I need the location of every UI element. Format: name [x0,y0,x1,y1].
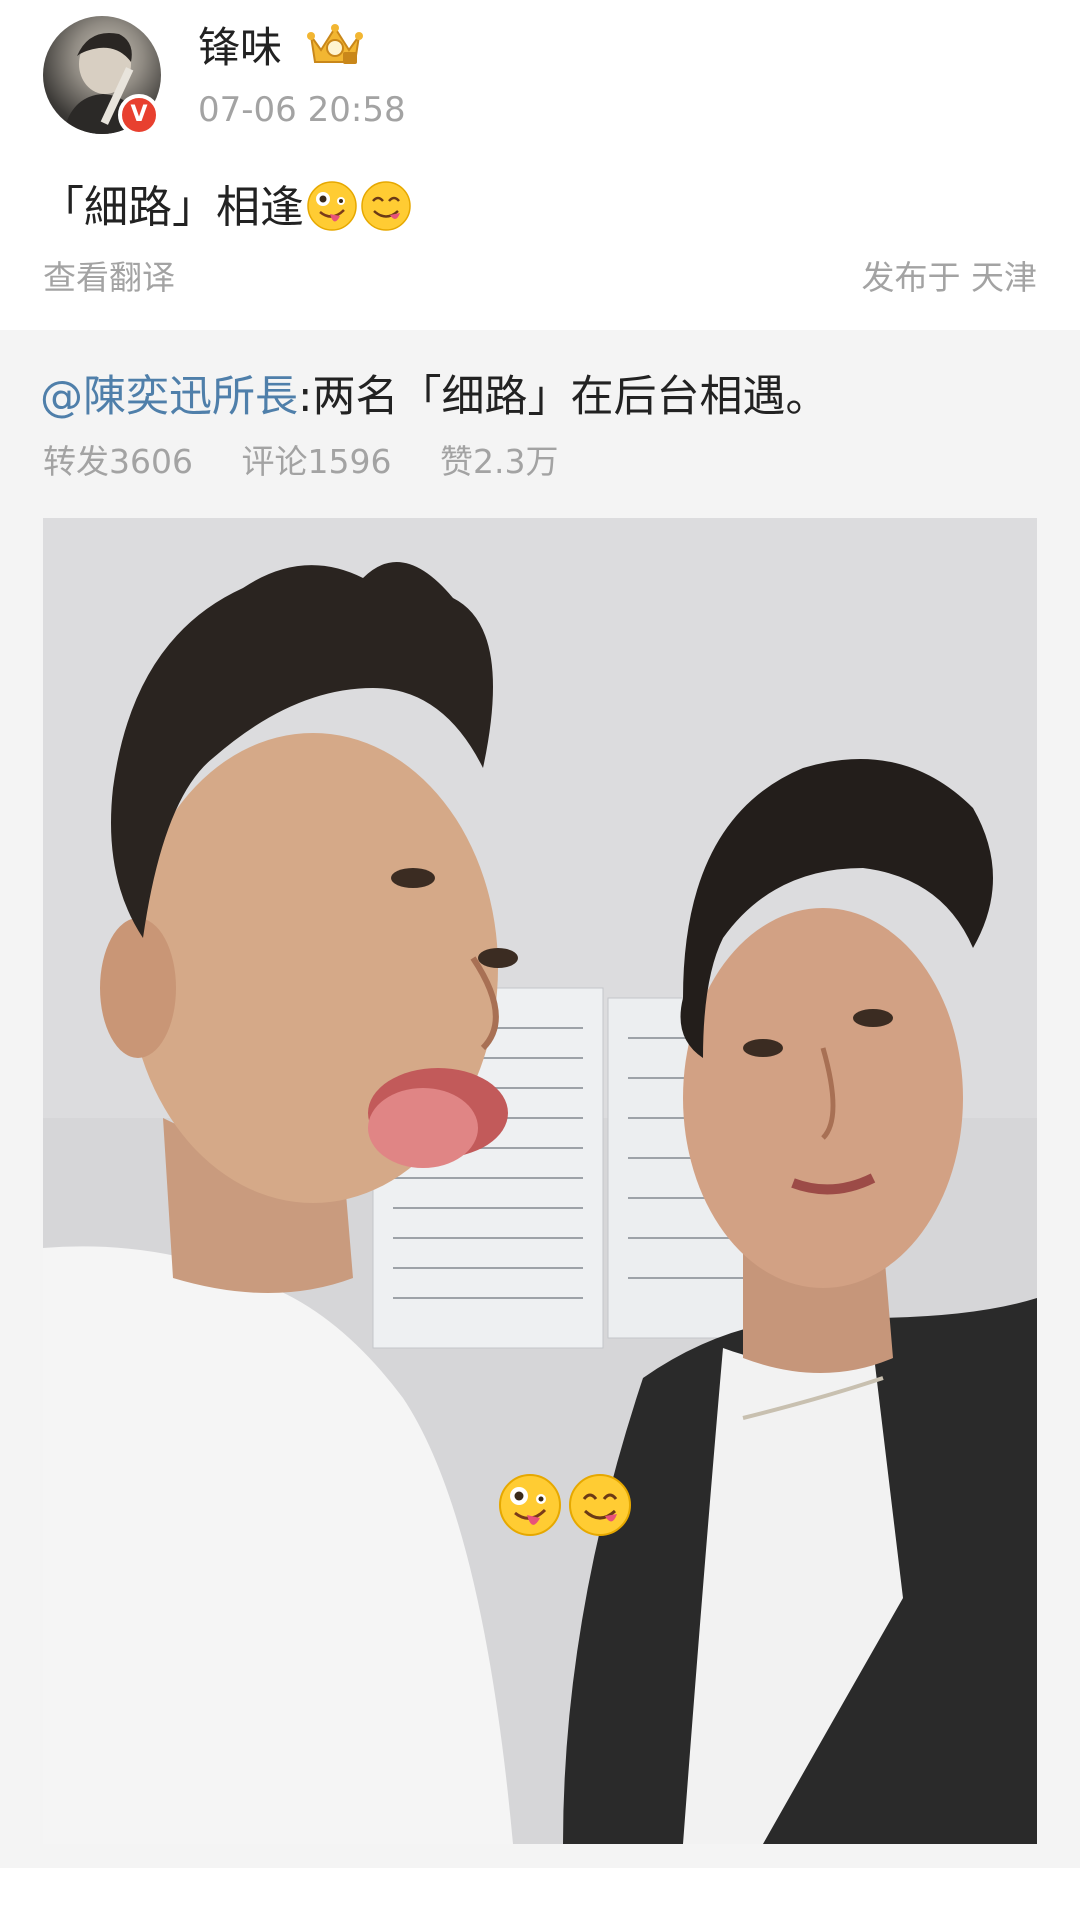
post-header: V 锋味 07-06 20:58 「細路」相逢 查看翻译 发布于 天津 [0,0,1080,330]
repost-author-mention[interactable]: @陳奕迅所長 [40,372,298,422]
like-count[interactable]: 赞2.3万 [440,442,558,481]
translate-link[interactable]: 查看翻译 [43,256,175,300]
repost-photo[interactable] [43,518,1037,1844]
post-timestamp: 07-06 20:58 [198,90,406,130]
next-post-edge [0,1868,1080,1907]
repost-text: :两名「细路」在后台相遇。 [298,372,829,422]
photo-zany-face-emoji-icon [499,1474,561,1536]
photo-face-savoring-food-emoji-icon [569,1474,631,1536]
comment-count[interactable]: 评论1596 [241,442,391,481]
verified-badge: V [118,94,160,136]
post-body: 「細路」相逢 [40,178,412,238]
author-name[interactable]: 锋味 [198,22,282,74]
post-text: 「細路」相逢 [40,182,304,233]
selfie-photo-icon [43,518,1037,1844]
repost-count[interactable]: 转发3606 [43,442,193,481]
zany-face-emoji-icon [307,181,357,231]
repost-stats: 转发3606 评论1596 赞2.3万 [43,440,596,484]
post-location: 发布于 天津 [861,258,1038,297]
face-savoring-food-emoji-icon [361,181,411,231]
crown-icon [307,24,363,64]
repost-body: @陳奕迅所長:两名「细路」在后台相遇。 [40,368,829,426]
